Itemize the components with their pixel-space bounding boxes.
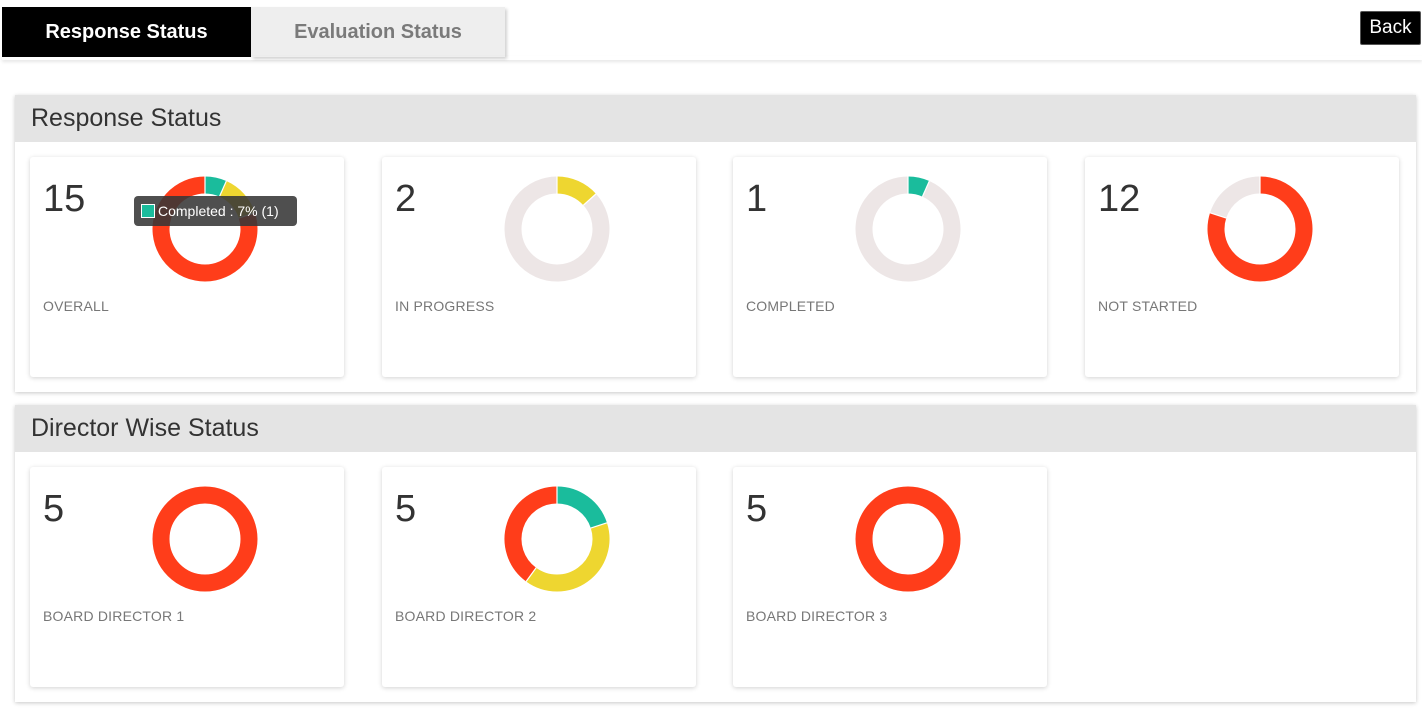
card-board-director-2[interactable]: 5 BOARD DIRECTOR 2 (382, 467, 696, 687)
card-overall[interactable]: 15 OVERALL Completed : 7% (1) (30, 157, 344, 377)
donut-slice-not-started[interactable] (504, 486, 558, 582)
response-status-heading: Response Status (15, 95, 1416, 142)
donut-chart-in-progress[interactable] (503, 175, 611, 283)
donut-slice-in-progress[interactable] (556, 176, 597, 206)
card-count: 1 (746, 178, 768, 220)
card-label: OVERALL (43, 298, 109, 314)
tab-response-status[interactable]: Response Status (2, 7, 251, 57)
director-wise-status-panel: Director Wise Status 5 BOARD DIRECTOR 1 … (15, 405, 1416, 702)
donut-chart-not-started[interactable] (1206, 175, 1314, 283)
card-count: 15 (43, 178, 86, 220)
card-label: BOARD DIRECTOR 1 (43, 608, 185, 624)
donut-slice-completed[interactable] (907, 176, 930, 197)
donut-chart-board-director-1[interactable] (151, 485, 259, 593)
donut-slice-completed[interactable] (204, 176, 227, 197)
card-board-director-1[interactable]: 5 BOARD DIRECTOR 1 (30, 467, 344, 687)
donut-slice-in-progress[interactable] (526, 522, 610, 592)
donut-chart-board-director-2[interactable] (503, 485, 611, 593)
card-label: COMPLETED (746, 298, 835, 314)
donut-slice-not-started[interactable] (152, 486, 258, 592)
card-label: BOARD DIRECTOR 2 (395, 608, 537, 624)
donut-chart-overall[interactable] (151, 175, 259, 283)
tooltip-swatch (141, 204, 155, 218)
card-label: IN PROGRESS (395, 298, 495, 314)
tab-bar: Response Status Evaluation Status (2, 7, 505, 57)
card-count: 12 (1098, 178, 1141, 220)
director-wise-status-heading: Director Wise Status (15, 405, 1416, 452)
tooltip-text: Completed : 7% (1) (158, 203, 279, 219)
donut-slice-completed[interactable] (556, 486, 607, 529)
tab-divider (2, 56, 1422, 60)
card-count: 5 (395, 488, 417, 530)
card-label: NOT STARTED (1098, 298, 1198, 314)
donut-slice-other[interactable] (1210, 176, 1261, 219)
card-board-director-3[interactable]: 5 BOARD DIRECTOR 3 (733, 467, 1047, 687)
card-completed[interactable]: 1 COMPLETED (733, 157, 1047, 377)
card-count: 5 (746, 488, 768, 530)
card-not-started[interactable]: 12 NOT STARTED (1085, 157, 1399, 377)
back-button[interactable]: Back (1360, 11, 1421, 45)
donut-slice-not-started[interactable] (855, 486, 961, 592)
chart-tooltip: Completed : 7% (1) (134, 196, 297, 226)
card-in-progress[interactable]: 2 IN PROGRESS (382, 157, 696, 377)
response-status-panel: Response Status 15 OVERALL Completed : 7… (15, 95, 1416, 392)
card-count: 5 (43, 488, 65, 530)
donut-chart-board-director-3[interactable] (854, 485, 962, 593)
card-count: 2 (395, 178, 417, 220)
donut-chart-completed[interactable] (854, 175, 962, 283)
tab-evaluation-status[interactable]: Evaluation Status (251, 7, 505, 57)
card-label: BOARD DIRECTOR 3 (746, 608, 888, 624)
donut-slice-other[interactable] (855, 176, 961, 282)
